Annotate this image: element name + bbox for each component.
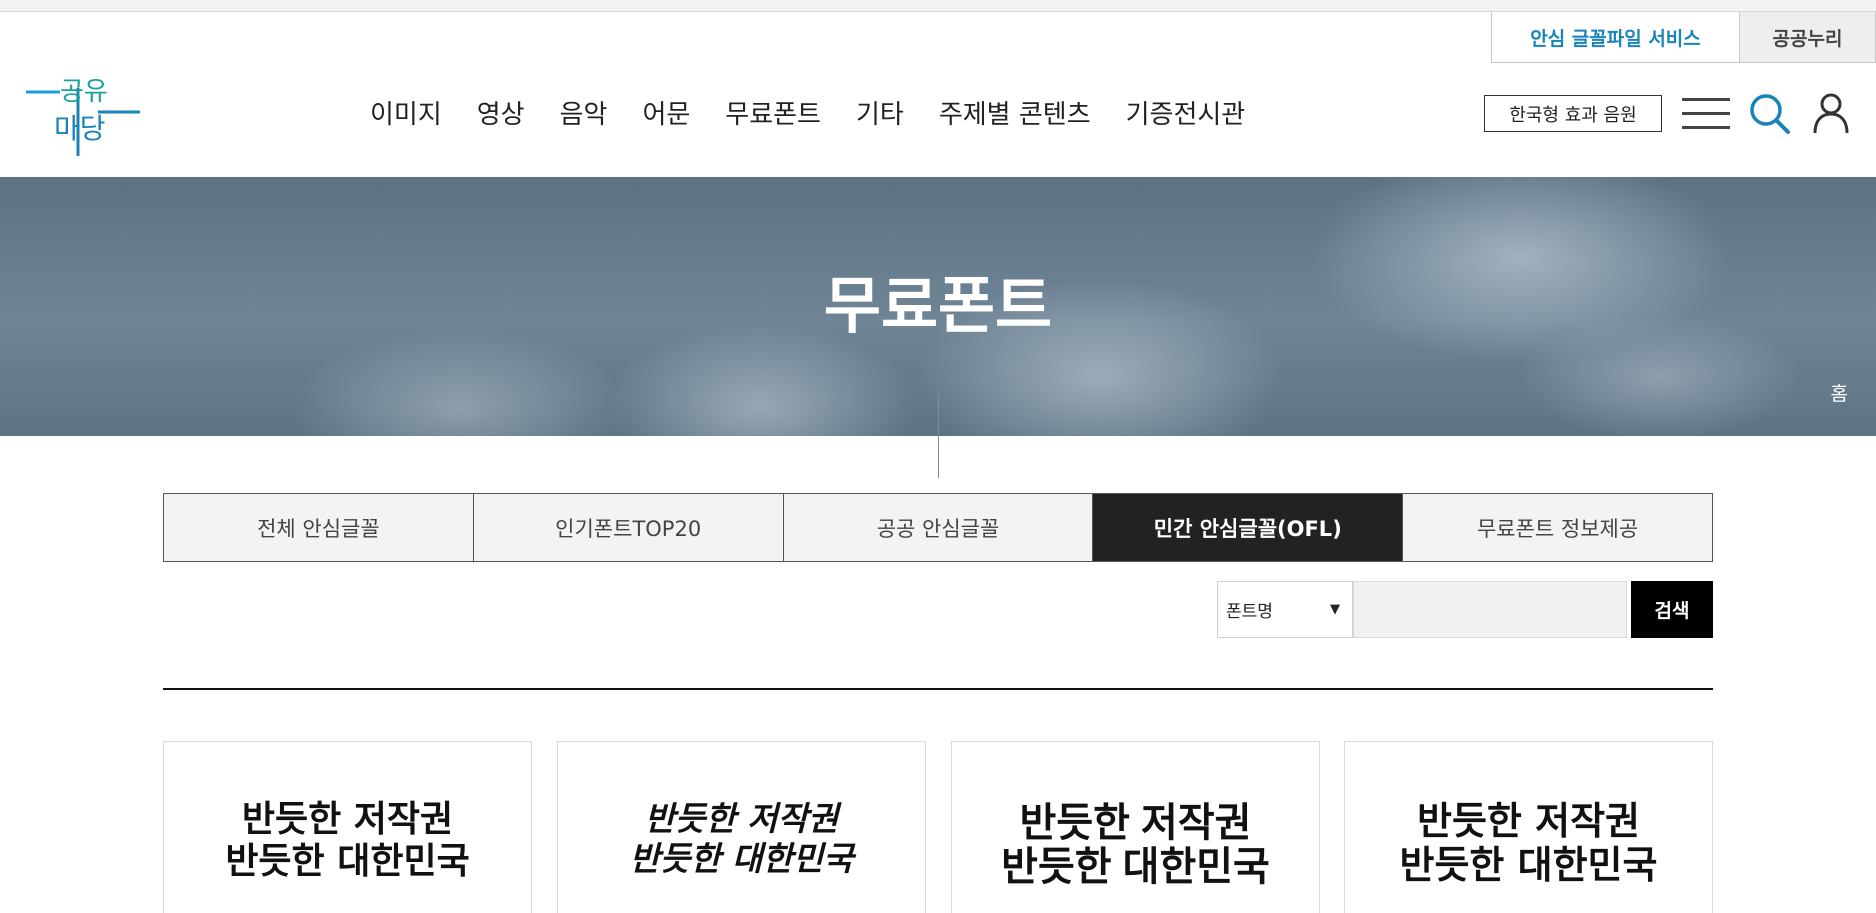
search-type-select[interactable]: 폰트명 ▼ [1217, 581, 1353, 638]
font-sample-line2: 반듯한 대한민국 [1399, 843, 1658, 887]
search-icon[interactable] [1748, 92, 1790, 134]
utility-links: 안심 글꼴파일 서비스 공공누리 [1491, 12, 1876, 63]
search-type-value: 폰트명 [1226, 602, 1273, 622]
nav-item-donation-gallery[interactable]: 기증전시관 [1126, 94, 1246, 131]
search-input[interactable] [1353, 581, 1627, 638]
search-button[interactable]: 검색 [1631, 581, 1713, 638]
logo-text-bottom: 마당 [54, 113, 106, 144]
font-card[interactable]: 반듯한 저작권 반듯한 대한민국 [557, 741, 926, 913]
nav-item-etc[interactable]: 기타 [856, 94, 904, 131]
hero-divider-line [938, 390, 939, 478]
font-sample-line2: 반듯한 대한민국 [629, 839, 854, 878]
kogl-link[interactable]: 공공누리 [1740, 12, 1876, 63]
font-category-tabs: 전체 안심글꼴 인기폰트TOP20 공공 안심글꼴 민간 안심글꼴(OFL) 무… [163, 493, 1713, 562]
main-navigation: 이미지 영상 음악 어문 무료폰트 기타 주제별 콘텐츠 기증전시관 [370, 94, 1280, 131]
browser-top-strip [0, 0, 1876, 12]
user-icon[interactable] [1812, 92, 1850, 134]
nav-item-language[interactable]: 어문 [642, 94, 690, 131]
font-card[interactable]: 반듯한 저작권 반듯한 대한민국 [163, 741, 532, 913]
tab-free-font-info[interactable]: 무료폰트 정보제공 [1403, 494, 1712, 561]
nav-item-image[interactable]: 이미지 [370, 94, 442, 131]
tab-all-safe-fonts[interactable]: 전체 안심글꼴 [164, 494, 474, 561]
content-divider [163, 688, 1713, 690]
breadcrumb-home[interactable]: 홈 [1831, 379, 1848, 406]
logo-text-top: 공유 [60, 76, 108, 106]
safe-font-service-link[interactable]: 안심 글꼴파일 서비스 [1491, 12, 1740, 63]
nav-item-theme-contents[interactable]: 주제별 콘텐츠 [939, 94, 1091, 131]
tab-popular-top20[interactable]: 인기폰트TOP20 [473, 494, 784, 561]
nav-item-free-font[interactable]: 무료폰트 [725, 94, 821, 131]
page-title: 무료폰트 [823, 269, 1053, 342]
hamburger-menu-icon[interactable] [1682, 98, 1730, 130]
tab-private-safe-fonts-ofl[interactable]: 민간 안심글꼴(OFL) [1093, 494, 1404, 561]
nav-item-music[interactable]: 음악 [560, 94, 608, 131]
dropdown-arrow-icon: ▼ [1330, 602, 1340, 617]
site-logo[interactable]: 공유 마당 [24, 70, 142, 158]
nav-item-video[interactable]: 영상 [477, 94, 525, 131]
font-card[interactable]: 반듯한 저작권 반듯한 대한민국 [951, 741, 1320, 913]
font-card[interactable]: 반듯한 저작권 반듯한 대한민국 [1344, 741, 1713, 913]
tab-public-safe-fonts[interactable]: 공공 안심글꼴 [783, 494, 1094, 561]
font-sample-line2: 반듯한 대한민국 [225, 841, 470, 882]
font-sample-line2: 반듯한 대한민국 [1001, 845, 1270, 889]
korean-sound-effects-button[interactable]: 한국형 효과 음원 [1484, 95, 1662, 132]
